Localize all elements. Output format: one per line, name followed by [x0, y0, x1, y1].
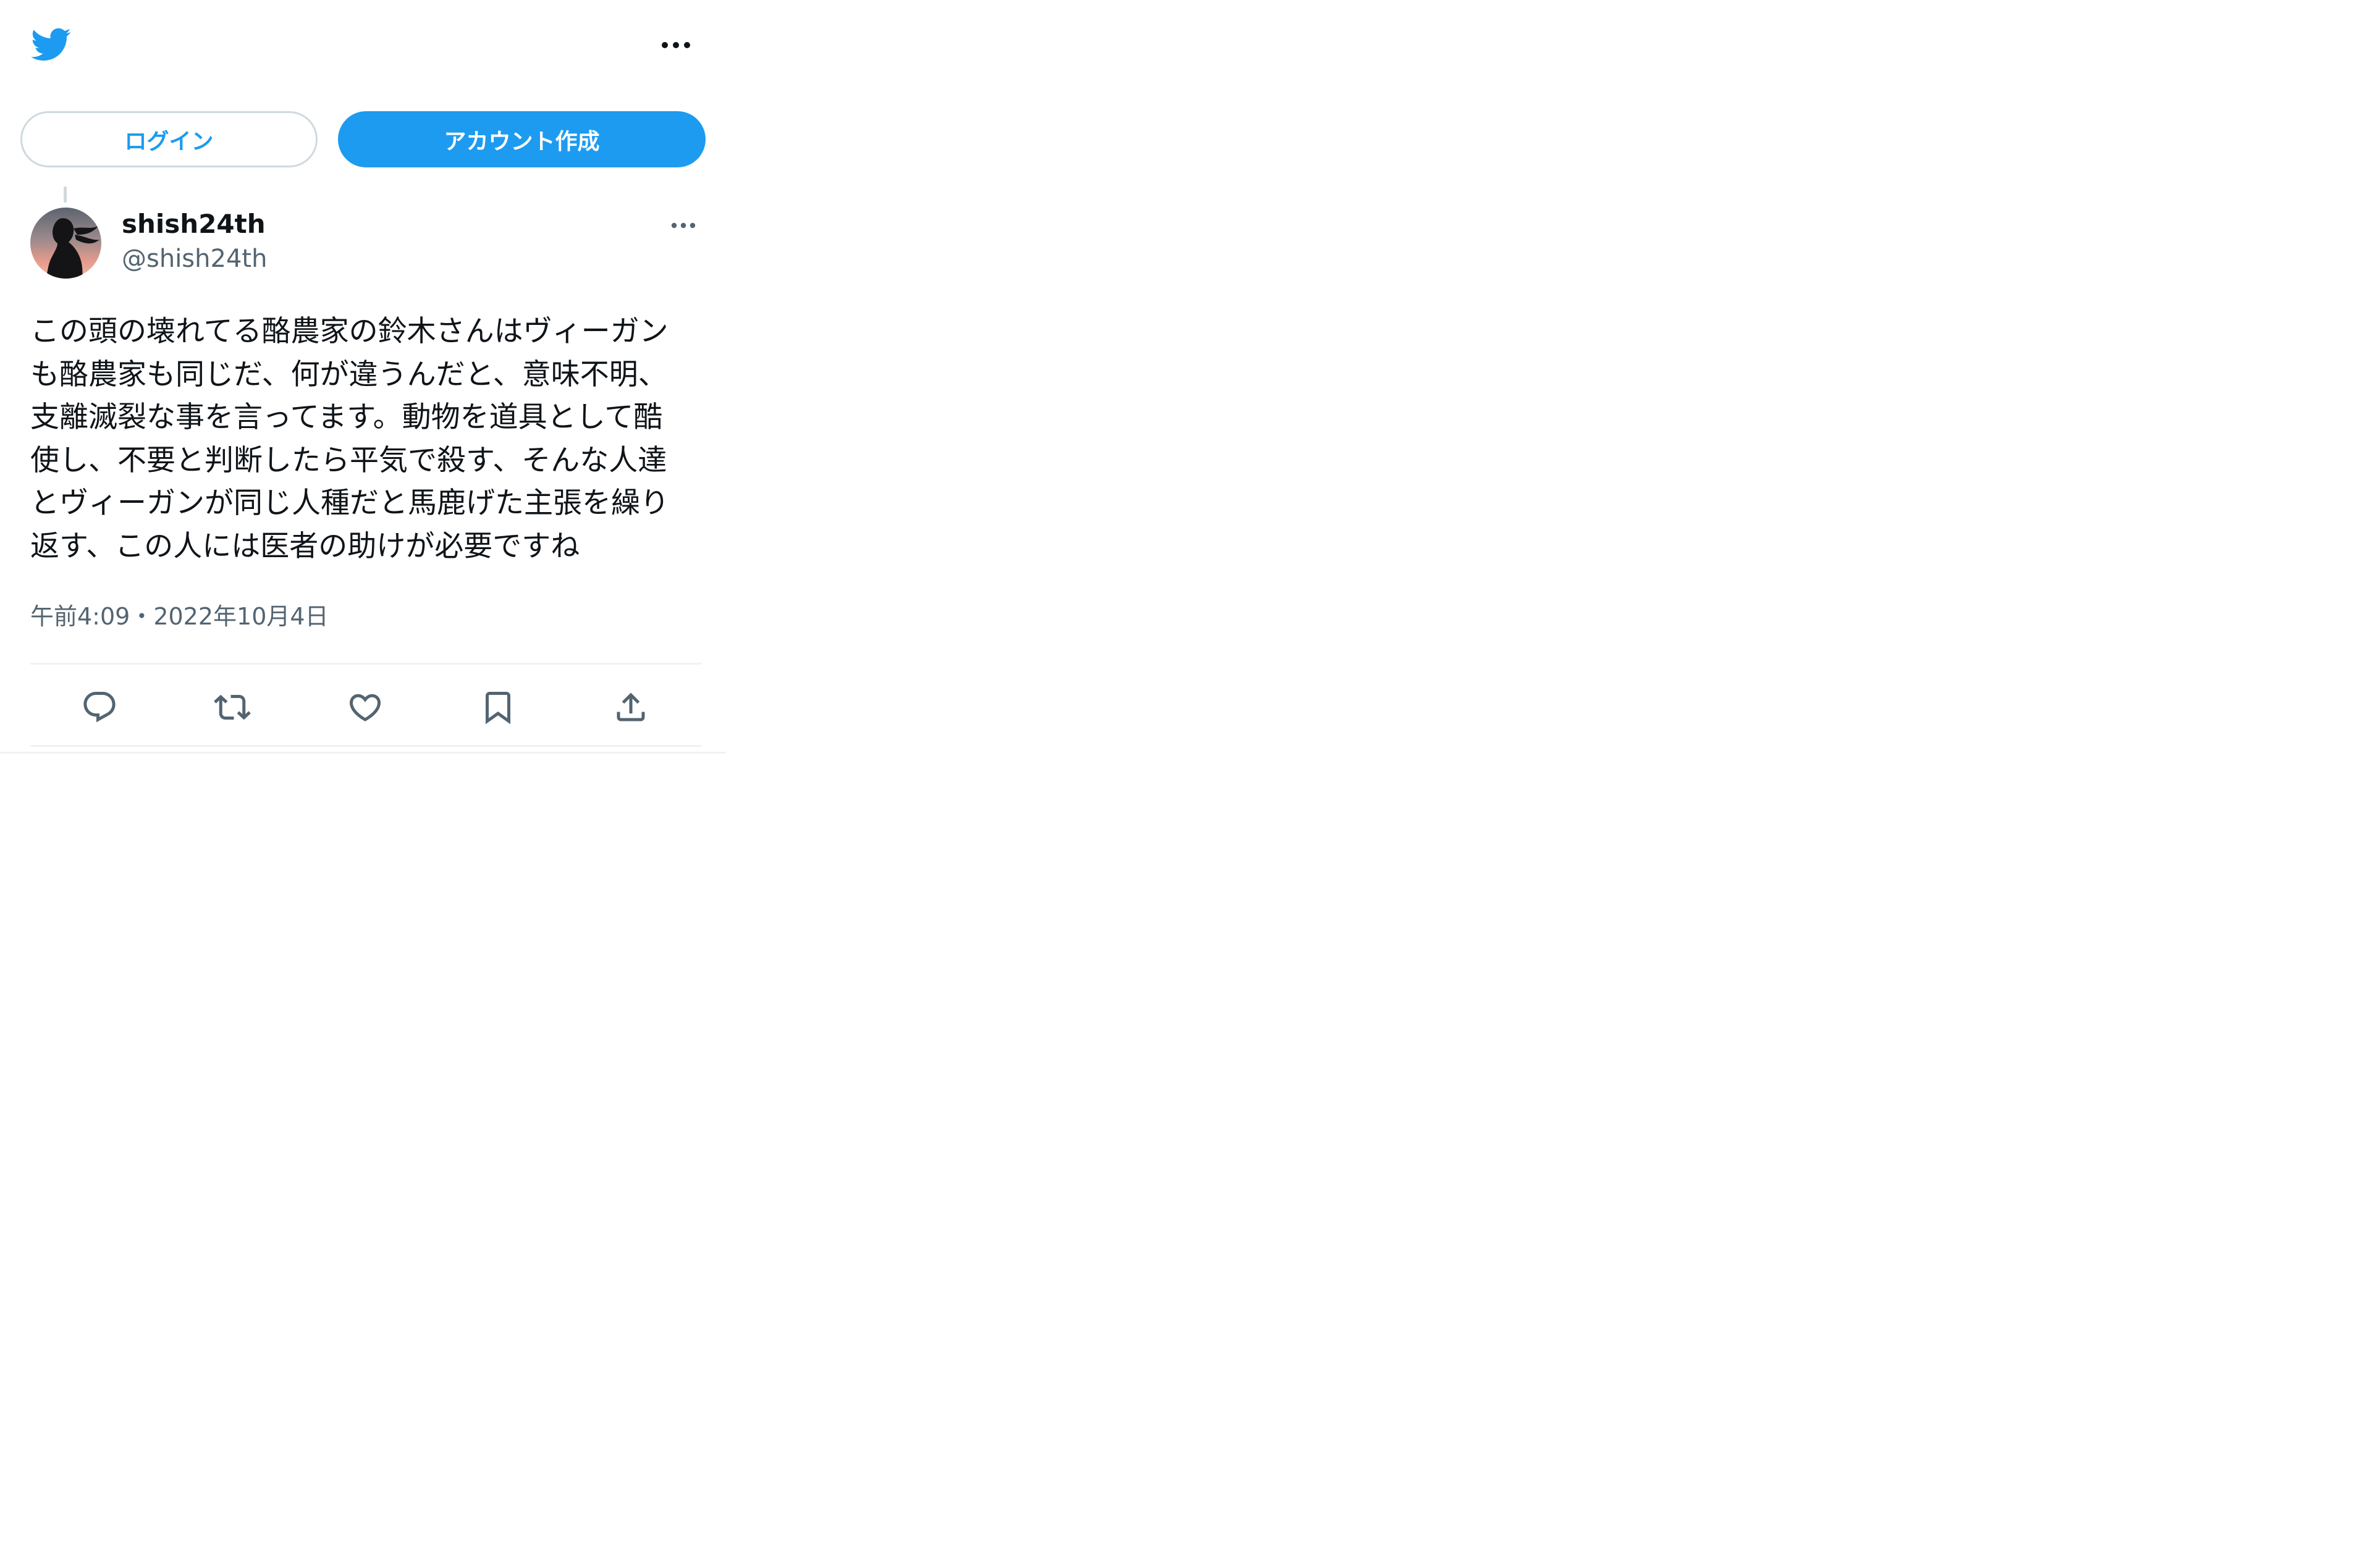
reply-icon[interactable]: [72, 679, 127, 735]
tweet-embed: ログイン アカウント作成 shish24th @shish24th この頭の壊れ…: [0, 0, 726, 754]
tweet-timestamp[interactable]: 午前4:09・2022年10月4日: [30, 599, 329, 634]
author-name[interactable]: shish24th: [122, 207, 267, 242]
divider: [30, 745, 702, 747]
share-icon[interactable]: [603, 679, 659, 735]
avatar[interactable]: [30, 208, 101, 279]
retweet-icon[interactable]: [205, 679, 260, 735]
like-icon[interactable]: [337, 679, 393, 735]
twitter-bird-icon[interactable]: [27, 23, 74, 65]
login-button[interactable]: ログイン: [20, 111, 318, 167]
more-horizontal-icon[interactable]: [657, 31, 694, 59]
author-handle[interactable]: @shish24th: [122, 242, 267, 276]
divider: [30, 663, 702, 665]
signup-button[interactable]: アカウント作成: [338, 111, 706, 167]
tweet-author[interactable]: shish24th @shish24th: [122, 207, 267, 276]
auth-buttons: ログイン アカウント作成: [0, 111, 726, 170]
top-bar: [0, 0, 726, 93]
tweet-actions: [30, 679, 702, 735]
bookmark-icon[interactable]: [470, 679, 526, 735]
thread-connector-line: [64, 187, 67, 203]
tweet-text: この頭の壊れてる酪農家の鈴木さんはヴィーガン も酪農家も同じだ、何が違うんだと、…: [30, 314, 669, 563]
more-horizontal-icon[interactable]: [665, 213, 702, 238]
